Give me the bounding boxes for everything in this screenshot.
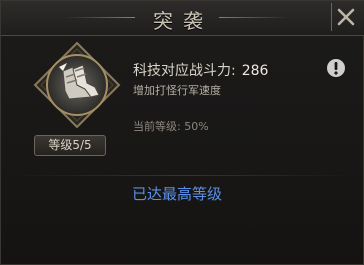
armored-boots-icon xyxy=(33,41,121,129)
tech-icon-frame[interactable] xyxy=(33,41,121,129)
section-divider xyxy=(9,175,357,176)
dialog-title: 突袭 xyxy=(153,9,213,33)
current-level-text: 当前等级: 50% xyxy=(133,120,209,133)
tech-description: 增加打怪行军速度 xyxy=(133,84,221,97)
info-button[interactable] xyxy=(326,58,346,78)
combat-power-value: 286 xyxy=(241,63,269,79)
tech-upgrade-dialog: 突袭 等级5/5 科技对应战斗力: 286 增加打怪行军速度 当前等级: 50%… xyxy=(0,0,364,265)
combat-power-label: 科技对应战斗力: xyxy=(133,63,236,79)
title-bar: 突袭 xyxy=(1,1,364,36)
tech-level-badge: 等级5/5 xyxy=(34,135,106,156)
combat-power-line: 科技对应战斗力: 286 xyxy=(133,60,268,80)
exclamation-icon xyxy=(327,59,345,77)
max-level-text: 已达最高等级 xyxy=(132,185,223,203)
close-icon xyxy=(337,8,355,26)
close-button[interactable] xyxy=(331,3,359,31)
